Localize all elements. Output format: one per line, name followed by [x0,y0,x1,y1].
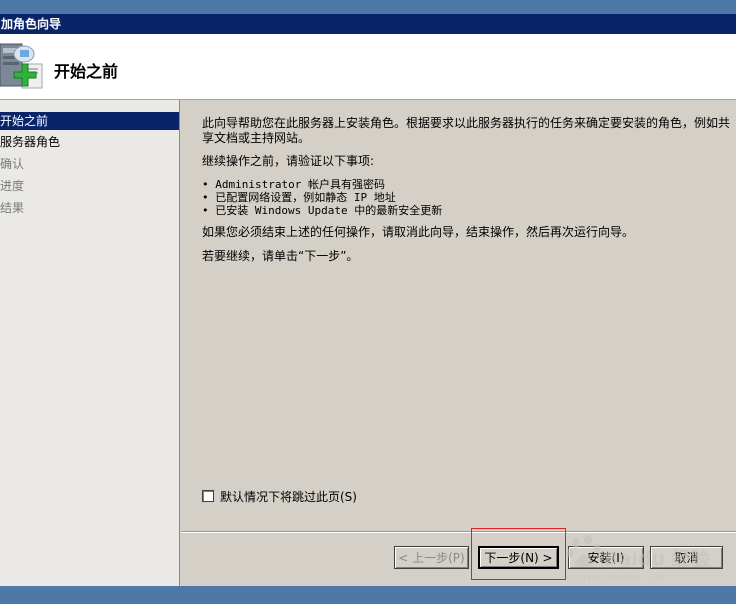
continue-note: 若要继续，请单击“下一步”。 [202,249,359,263]
cancel-note: 如果您必须结束上述的任何操作，请取消此向导，结束操作，然后再次运行向导。 [202,225,635,239]
desktop-bottom-strip [0,586,736,604]
checklist-item: • Administrator 帐户具有强密码 [202,178,385,191]
skip-page-option[interactable]: 默认情况下将跳过此页(S) [202,488,357,504]
sidebar-item-confirmation: 确认 [0,157,25,171]
skip-page-checkbox[interactable] [202,490,214,502]
intro-text: 此向导帮助您在此服务器上安装角色。根据要求以此服务器执行的任务来确定要安装的角色… [202,116,731,145]
previous-button: < 上一步(P) [394,546,469,569]
wizard-header: 开始之前 [0,34,736,100]
wizard-steps-sidebar: 开始之前 服务器角色 确认 进度 结果 [0,100,180,586]
page-title: 开始之前 [54,62,119,81]
paw-icon [566,535,601,567]
watermark-text: Baidu 经验 [604,548,710,570]
window-title: 加角色向导 [1,17,62,31]
checklist-item: • 已配置网络设置，例如静态 IP 地址 [202,191,396,204]
watermark: Baidu 经验 jingyan.baidu.com [566,520,726,590]
checklist-item: • 已安装 Windows Update 中的最新安全更新 [202,204,443,217]
sidebar-item-before-you-begin[interactable]: 开始之前 [0,112,179,130]
skip-page-label: 默认情况下将跳过此页(S) [220,489,357,504]
wizard-content: 此向导帮助您在此服务器上安装角色。根据要求以此服务器执行的任务来确定要安装的角色… [181,100,736,531]
next-button-highlight [471,528,566,580]
sidebar-item-server-roles[interactable]: 服务器角色 [0,133,179,151]
desktop-top-strip [0,0,736,14]
watermark-url: jingyan.baidu.com [566,570,668,583]
window-titlebar[interactable]: 加角色向导 [0,14,736,34]
sidebar-item-results: 结果 [0,201,25,215]
sidebar-item-progress: 进度 [0,179,25,193]
verify-heading: 继续操作之前，请验证以下事项: [202,154,375,168]
server-roles-wizard-icon [0,43,43,89]
